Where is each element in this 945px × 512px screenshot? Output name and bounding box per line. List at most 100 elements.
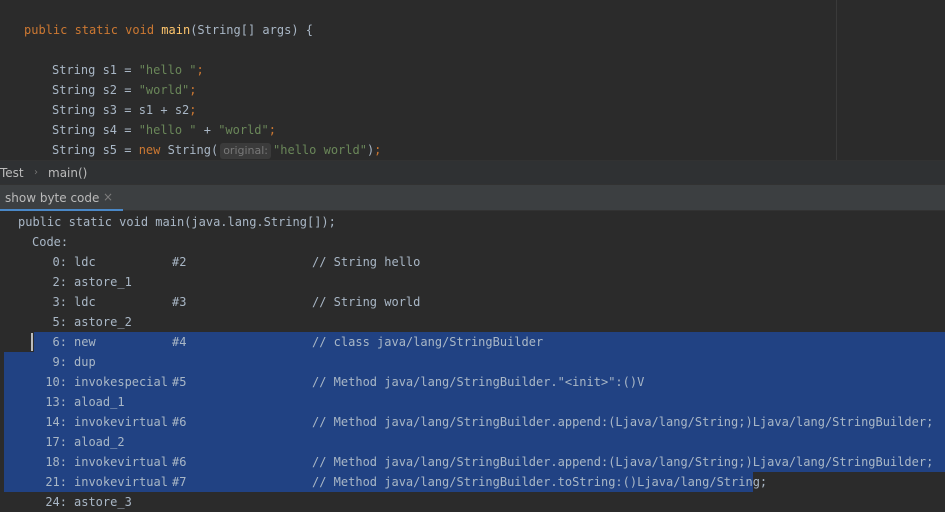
instruction-row[interactable]: 18: invokevirtual #6 // Method java/lang/St… [0,452,945,472]
instruction-row[interactable]: 2: astore_1 [0,272,945,292]
instruction-comment: // Method java/lang/StringBuilder.append… [312,415,934,429]
instruction-operand: #3 [172,295,187,309]
instruction-opcode: aload_1 [74,395,125,409]
instruction-row[interactable]: 13: aload_1 [0,392,945,412]
code-token: (String[] args) { [190,23,314,37]
instruction-row[interactable]: 3: ldc #3 // String world [0,292,945,312]
instruction-opcode: dup [74,355,96,369]
instruction-offset: 18: [45,455,67,469]
code-token: + [196,123,219,137]
selection-highlight [4,352,945,372]
code-line: String s3 = s1 + s2; [52,100,197,120]
signature-text: public static void main(java.lang.String… [18,215,336,229]
code-token: ; [189,83,197,97]
code-token: new [138,143,168,157]
instruction-offset: 21: [45,475,67,489]
code-token: main [161,23,191,37]
code-token: ; [374,143,382,157]
code-line: String s2 = "world"; [52,80,197,100]
code-token: String s5 = [52,143,139,157]
instruction-row[interactable]: 24: astore_3 [0,492,945,512]
instruction-opcode: astore_1 [74,275,132,289]
close-icon[interactable]: × [103,190,113,204]
tool-window-header: show byte code × [0,184,945,212]
instruction-offset: 3: [52,295,67,309]
code-token: String s2 = [52,83,139,97]
tab-label: show byte code [5,191,100,205]
instruction-offset: 24: [45,495,67,509]
instruction-comment: // Method java/lang/StringBuilder.toStri… [312,475,768,489]
instruction-operand: #2 [172,255,187,269]
instruction-operand: #4 [172,335,187,349]
instruction-operand: #5 [172,375,187,389]
instruction-opcode: astore_3 [74,495,132,509]
instruction-comment: // String world [312,295,421,309]
code-token: String s4 = [52,123,139,137]
instruction-operand: #6 [172,455,187,469]
code-token: String s1 = [52,63,139,77]
instruction-offset: 14: [45,415,67,429]
instruction-comment: // Method java/lang/StringBuilder."<init… [312,375,645,389]
code-line: public static void main(String[] args) { [24,20,313,40]
text-caret [31,333,33,351]
instruction-row[interactable]: 0: ldc #2 // String hello [0,252,945,272]
instruction-opcode: aload_2 [74,435,125,449]
code-line: String s1 = "hello "; [52,60,204,80]
breadcrumb: Test › main() [0,160,945,184]
bytecode-viewer[interactable]: public static void main(java.lang.String… [0,211,945,512]
code-token: "world" [138,83,190,97]
breadcrumb-class[interactable]: Test [0,161,24,185]
code-token: "hello " [138,123,197,137]
instruction-row[interactable]: 17: aload_2 [0,432,945,452]
instruction-row[interactable]: 9: dup [0,352,945,372]
instruction-comment: // class java/lang/StringBuilder [312,335,544,349]
instruction-opcode: invokevirtual [74,475,168,489]
instruction-offset: 5: [52,315,67,329]
code-token: ; [189,103,197,117]
instruction-opcode: invokevirtual [74,455,168,469]
code-line: String s5 = new String(original: "hello w… [52,140,381,160]
chevron-right-icon: › [34,167,38,178]
instruction-row[interactable]: 6: new #4 // class java/lang/StringBuilder [0,332,945,352]
instruction-opcode: new [74,335,96,349]
right-margin-guide [836,0,837,160]
code-line: String s4 = "hello " + "world"; [52,120,276,140]
selection-highlight [4,432,945,452]
instruction-offset: 17: [45,435,67,449]
instruction-opcode: invokevirtual [74,415,168,429]
instruction-opcode: astore_2 [74,315,132,329]
code-token: ; [268,123,276,137]
code-token: "hello " [138,63,197,77]
instruction-offset: 13: [45,395,67,409]
tab-show-byte-code[interactable]: show byte code × [0,185,123,212]
code-token: "world" [218,123,269,137]
instruction-operand: #6 [172,415,187,429]
instruction-row[interactable]: 10: invokespecial #5 // Method java/lang/St… [0,372,945,392]
code-label: Code: [32,235,69,249]
code-token: String s3 = s1 + s2 [52,103,190,117]
instruction-operand: #7 [172,475,187,489]
parameter-hint: original: [220,143,272,159]
instruction-comment: // String hello [312,255,421,269]
instruction-offset: 9: [52,355,67,369]
instruction-row[interactable]: 21: invokevirtual #7 // Method java/lang/St… [0,472,945,492]
instruction-offset: 10: [45,375,67,389]
code-label-line: Code: [0,232,945,252]
instruction-opcode: ldc [74,295,96,309]
instruction-offset: 6: [52,335,67,349]
method-signature: public static void main(java.lang.String… [0,212,945,232]
instruction-offset: 0: [52,255,67,269]
code-token: "hello world" [273,143,367,157]
code-token: ; [196,63,204,77]
instruction-comment: // Method java/lang/StringBuilder.append… [312,455,934,469]
instruction-row[interactable]: 5: astore_2 [0,312,945,332]
instruction-offset: 2: [52,275,67,289]
code-editor[interactable]: public static void main(String[] args) {… [0,0,945,160]
instruction-opcode: ldc [74,255,96,269]
code-token: public static void [24,23,162,37]
instruction-row[interactable]: 14: invokevirtual #6 // Method java/lang/St… [0,412,945,432]
selection-highlight [4,392,945,412]
breadcrumb-method[interactable]: main() [48,161,87,185]
instruction-opcode: invokespecial [74,375,168,389]
code-token: String( [167,143,219,157]
